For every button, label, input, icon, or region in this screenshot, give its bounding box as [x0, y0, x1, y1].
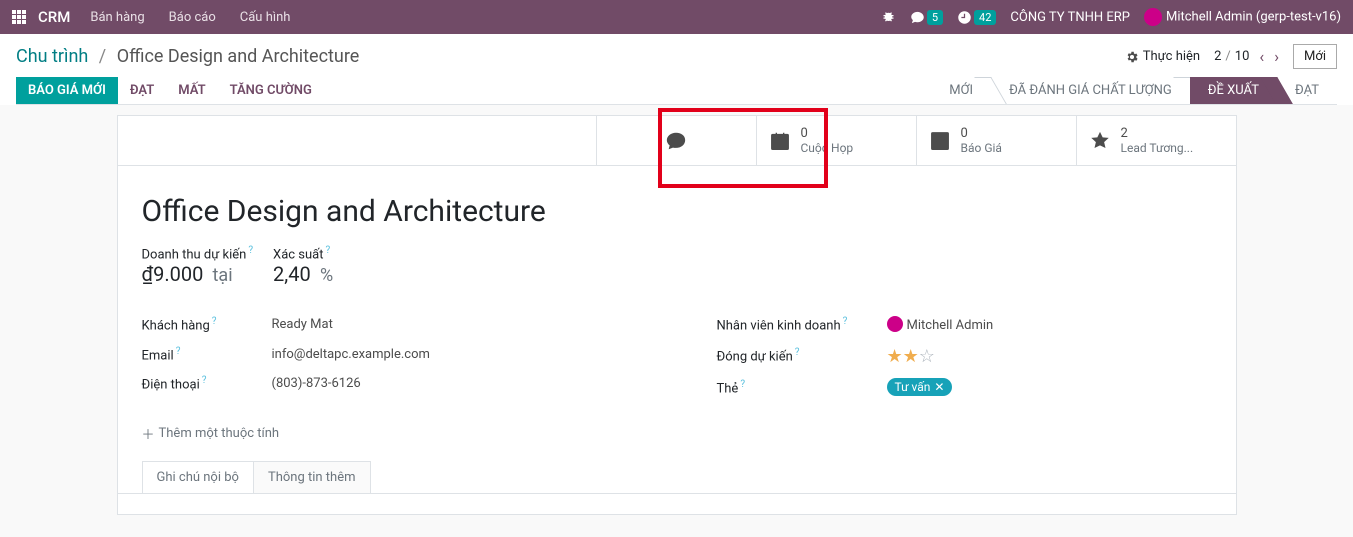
customer-value[interactable]: Ready Mat	[272, 317, 333, 332]
lost-button[interactable]: MẤT	[166, 77, 217, 104]
probability-label: Xác suất?	[273, 245, 339, 262]
stat-quote-count: 0	[961, 126, 1002, 141]
probability-value[interactable]: 2,40	[273, 262, 311, 286]
star-icon[interactable]: ★	[903, 346, 919, 367]
stat-lead-label: Lead Tương...	[1121, 141, 1194, 155]
breadcrumb-sep: /	[99, 46, 106, 67]
priority-stars[interactable]: ★★☆	[887, 346, 935, 367]
tag-remove-icon[interactable]: ✕	[934, 380, 944, 394]
nav-reports[interactable]: Báo cáo	[169, 10, 216, 25]
phone-value[interactable]: (803)-873-6126	[272, 376, 361, 391]
stage-qualified[interactable]: ĐÃ ĐÁNH GIÁ CHẤT LƯỢNG	[991, 77, 1190, 104]
cog-label: Thực hiện	[1143, 49, 1200, 64]
stat-meeting[interactable]: 0Cuộc Họp	[756, 116, 916, 165]
revenue-label: Doanh thu dự kiến?	[142, 245, 254, 262]
help-icon[interactable]: ?	[248, 245, 253, 256]
pager-total: 10	[1235, 49, 1250, 64]
percent-label: %	[320, 265, 333, 286]
stat-meeting-label: Cuộc Họp	[801, 141, 854, 155]
phone-label: Điện thoại?	[142, 375, 272, 392]
stat-meeting-count: 0	[801, 126, 854, 141]
activities-icon[interactable]: 42	[957, 10, 996, 25]
stage-new[interactable]: MỚI	[931, 77, 991, 104]
star-icon[interactable]: ★	[887, 346, 903, 367]
boost-button[interactable]: TĂNG CƯỜNG	[218, 77, 324, 104]
app-brand[interactable]: CRM	[38, 8, 70, 26]
stat-lead-count: 2	[1121, 126, 1194, 141]
help-icon[interactable]: ?	[212, 316, 217, 327]
cog-menu[interactable]: Thực hiện	[1125, 49, 1200, 64]
calendar-icon	[769, 130, 791, 152]
pager-next[interactable]: ›	[1274, 47, 1279, 66]
help-icon[interactable]: ?	[740, 379, 745, 390]
new-quote-button[interactable]: BÁO GIÁ MỚI	[16, 77, 118, 104]
breadcrumb-root[interactable]: Chu trình	[16, 46, 88, 67]
help-icon[interactable]: ?	[795, 347, 800, 358]
stat-sms[interactable]	[596, 116, 756, 165]
stage-bar: MỚI ĐÃ ĐÁNH GIÁ CHẤT LƯỢNG ĐỀ XUẤT ĐẠT	[931, 77, 1337, 104]
email-value[interactable]: info@deltapc.example.com	[272, 347, 430, 362]
star-icon[interactable]: ☆	[919, 346, 935, 367]
customer-label: Khách hàng?	[142, 316, 272, 333]
nav-config[interactable]: Cấu hình	[240, 10, 291, 25]
at-label: tại	[213, 265, 233, 286]
star-icon	[1089, 130, 1111, 152]
salesperson-label: Nhân viên kinh doanh?	[717, 316, 887, 333]
stage-proposition[interactable]: ĐỀ XUẤT	[1190, 77, 1277, 104]
tab-internal-notes[interactable]: Ghi chú nội bộ	[142, 461, 254, 493]
add-property-button[interactable]: ＋Thêm một thuộc tính	[118, 418, 1236, 449]
salesperson-value[interactable]: Mitchell Admin	[887, 316, 994, 333]
breadcrumb-current: Office Design and Architecture	[117, 46, 360, 67]
messages-icon[interactable]: 5	[910, 10, 943, 25]
stage-won[interactable]: ĐẠT	[1277, 77, 1337, 104]
avatar-icon	[887, 316, 903, 332]
help-icon[interactable]: ?	[843, 316, 848, 327]
top-navbar: CRM Bán hàng Báo cáo Cấu hình 5 42 CÔNG …	[0, 0, 1353, 34]
pager: 2 / 10 ‹ ›	[1214, 47, 1279, 66]
revenue-value[interactable]: ₫9.000	[142, 262, 204, 286]
tags-value[interactable]: Tư vấn✕	[887, 380, 953, 395]
bug-icon[interactable]	[881, 10, 896, 25]
stat-buttons: 0Cuộc Họp 0Báo Giá 2Lead Tương...	[118, 116, 1236, 166]
tag-chip[interactable]: Tư vấn✕	[887, 378, 953, 396]
user-name: Mitchell Admin (gerp-test-v16)	[1166, 9, 1341, 24]
email-label: Email?	[142, 346, 272, 363]
breadcrumb: Chu trình / Office Design and Architectu…	[16, 46, 359, 67]
avatar-icon	[1144, 8, 1162, 26]
tags-label: Thẻ?	[717, 379, 887, 396]
apps-icon[interactable]	[12, 10, 26, 24]
stat-lead[interactable]: 2Lead Tương...	[1076, 116, 1236, 165]
nav-sales[interactable]: Bán hàng	[90, 10, 144, 25]
stat-quote[interactable]: 0Báo Giá	[916, 116, 1076, 165]
activities-count: 42	[974, 10, 996, 25]
notebook-tabs: Ghi chú nội bộ Thông tin thêm	[118, 449, 1236, 494]
pager-pos: 2	[1214, 49, 1221, 64]
pager-prev[interactable]: ‹	[1259, 47, 1264, 66]
user-menu[interactable]: Mitchell Admin (gerp-test-v16)	[1144, 8, 1341, 26]
plus-icon: ＋	[142, 424, 155, 443]
tab-extra-info[interactable]: Thông tin thêm	[253, 461, 371, 493]
messages-count: 5	[927, 10, 943, 25]
record-title[interactable]: Office Design and Architecture	[118, 166, 1236, 235]
gear-icon	[1125, 50, 1139, 64]
pager-sep: /	[1225, 49, 1230, 64]
new-button[interactable]: Mới	[1293, 44, 1337, 69]
form-sheet: 0Cuộc Họp 0Báo Giá 2Lead Tương... Office…	[117, 115, 1237, 515]
edit-icon	[929, 130, 951, 152]
control-bar: Chu trình / Office Design and Architectu…	[0, 34, 1353, 105]
help-icon[interactable]: ?	[202, 375, 207, 386]
stat-quote-label: Báo Giá	[961, 141, 1002, 155]
help-icon[interactable]: ?	[326, 245, 331, 256]
expected-close-label: Đóng dự kiến?	[717, 347, 887, 364]
help-icon[interactable]: ?	[176, 346, 181, 357]
company-switcher[interactable]: CÔNG TY TNHH ERP	[1010, 10, 1130, 25]
won-button[interactable]: ĐẠT	[118, 77, 166, 104]
speech-icon	[665, 130, 687, 152]
